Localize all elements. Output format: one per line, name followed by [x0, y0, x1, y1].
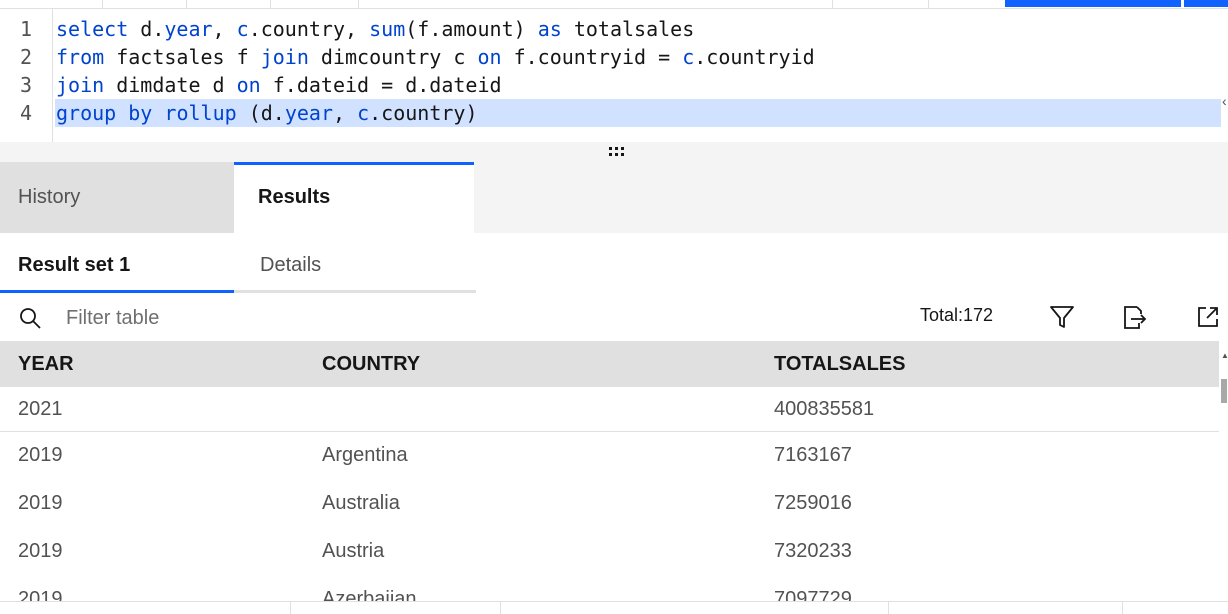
cell-totalsales: 400835581: [774, 398, 875, 420]
cell-country: Austria: [322, 540, 385, 562]
drag-handle-icon[interactable]: [609, 146, 629, 158]
total-count: Total:172: [920, 305, 994, 325]
cell-year: 2019: [18, 540, 63, 562]
open-external-icon[interactable]: [1194, 303, 1222, 331]
code-line[interactable]: join dimdate d on f.dateid = d.dateid: [56, 71, 502, 99]
cell-totalsales: 7320233: [774, 540, 852, 562]
cell-country: Australia: [322, 492, 400, 514]
search-icon: [20, 308, 41, 329]
line-number: 2: [19, 45, 32, 69]
cell-year: 2021: [18, 398, 63, 420]
table-row[interactable]: 2019 Argentina 7163167: [0, 432, 1219, 481]
tab-results[interactable]: Results: [234, 162, 474, 233]
line-number-gutter: 1 2 3 4: [0, 9, 53, 142]
code-line[interactable]: select d.year, c.country, sum(f.amount) …: [56, 15, 694, 43]
tab-history[interactable]: History: [0, 162, 234, 233]
table-header: YEAR COUNTRY TOTALSALES: [0, 341, 1219, 387]
cell-totalsales: 7163167: [774, 444, 852, 466]
column-header-country[interactable]: COUNTRY: [322, 341, 420, 387]
tab-bar-filler: [474, 162, 1228, 233]
code-line[interactable]: group by rollup (d.year, c.country): [56, 99, 478, 127]
text-cursor: ‹: [1222, 93, 1227, 109]
cell-year: 2019: [18, 492, 63, 514]
table-row[interactable]: 2019 Australia 7259016: [0, 480, 1219, 529]
column-header-totalsales[interactable]: TOTALSALES: [774, 341, 905, 387]
action-button[interactable]: [1184, 0, 1228, 7]
table-row[interactable]: 2019 Austria 7320233: [0, 528, 1219, 577]
result-subtabs: Result set 1 Details: [0, 233, 1228, 293]
sql-editor[interactable]: 1 2 3 4 select d.year, c.country, sum(f.…: [0, 9, 1228, 142]
filter-icon[interactable]: [1048, 303, 1076, 331]
results-table: YEAR COUNTRY TOTALSALES 2021 400835581 2…: [0, 341, 1219, 613]
line-number: 4: [19, 101, 32, 125]
line-number: 1: [19, 17, 32, 41]
scroll-thumb[interactable]: [1221, 379, 1227, 403]
line-number: 3: [19, 73, 32, 97]
table-toolbar: Total:172: [0, 293, 1228, 341]
tab-details[interactable]: Details: [234, 233, 476, 293]
column-header-year[interactable]: YEAR: [18, 341, 74, 387]
cell-year: 2019: [18, 444, 63, 466]
code-line[interactable]: from factsales f join dimcountry c on f.…: [56, 43, 815, 71]
tab-result-set-1[interactable]: Result set 1: [0, 233, 234, 293]
bottom-strip: [0, 601, 1228, 614]
table-scrollbar[interactable]: ▲: [1219, 341, 1228, 613]
top-toolbar: [0, 0, 1228, 9]
cell-totalsales: 7259016: [774, 492, 852, 514]
run-button[interactable]: [1005, 0, 1181, 7]
filter-table-input[interactable]: [52, 299, 668, 337]
scroll-up-icon[interactable]: ▲: [1221, 351, 1228, 360]
cell-country: Argentina: [322, 444, 408, 466]
results-tabs: History Results: [0, 162, 1228, 233]
table-row[interactable]: 2021 400835581: [0, 387, 1219, 432]
export-icon[interactable]: [1120, 303, 1148, 331]
pane-splitter[interactable]: [0, 142, 1228, 162]
